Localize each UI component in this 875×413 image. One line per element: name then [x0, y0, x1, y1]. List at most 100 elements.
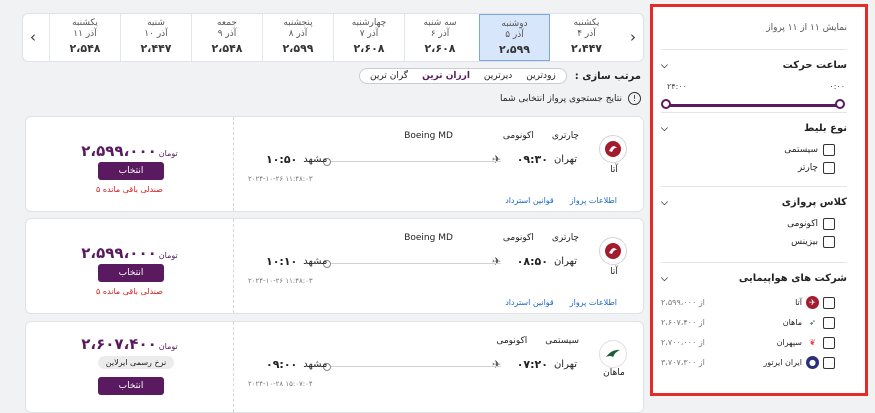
airline-filter-row[interactable]: ۲،۵۹۹،۰۰۰ از ✈ آتا: [661, 296, 847, 309]
next-date-arrow[interactable]: ›: [626, 28, 640, 46]
date: ۸ آذر: [288, 29, 308, 39]
date-price: ۲،۴۴۷: [140, 42, 172, 55]
date-strip: ‹ › یکشنبه ۱۱ آذر ۲،۵۴۸ شنبه ۱۰ آذر ۲،۴۴۷ جم…: [22, 13, 644, 62]
checkbox[interactable]: [823, 236, 835, 248]
date-price: ۲،۶۰۸: [353, 42, 385, 55]
flight-type: سیستمی: [545, 336, 579, 346]
weekday: دوشنبه: [501, 19, 528, 29]
checkbox[interactable]: [823, 356, 835, 369]
date-cell[interactable]: جمعه ۹ آذر ۲،۵۴۸: [191, 14, 262, 61]
date-cell[interactable]: شنبه ۱۰ آذر ۲،۴۴۷: [120, 14, 191, 61]
time-range-slider[interactable]: [661, 99, 845, 109]
weekday: سه شنبه: [423, 18, 457, 28]
results-info-text: نتایج جستجوی پرواز انتخابی شما: [500, 93, 622, 104]
filter-title: کلاس پروازی: [781, 197, 847, 208]
checkbox[interactable]: [823, 162, 835, 174]
sepehran-logo-icon: ❦: [806, 336, 819, 349]
origin: تهران ۰۹:۳۰: [517, 153, 577, 166]
date-cell[interactable]: پنجشنبه ۸ آذر ۲،۵۹۹: [262, 14, 333, 61]
date: ۴ آذر: [577, 29, 596, 39]
filter-title: ساعت حرکت: [782, 60, 847, 71]
destination: مشهد ۱۰:۱۰: [266, 255, 327, 268]
aircraft: Boeing MD: [404, 233, 453, 243]
flight-type: چارتری: [551, 233, 579, 243]
airline-label: سپهران: [776, 338, 802, 347]
checkbox-economy[interactable]: اکونومی: [661, 218, 847, 230]
flight-links: اطلاعات پرواز قوانین استرداد: [505, 196, 617, 205]
dest-city: مشهد: [303, 256, 328, 267]
airline-min-price: ۲،۷۰۰،۰۰۰ از: [661, 338, 705, 347]
airline-filter-row[interactable]: ۲،۶۰۷،۴۰۰ از ➶ ماهان: [661, 316, 847, 329]
checkbox-label: سیستمی: [784, 145, 818, 155]
price-amount: ۲،۵۹۹،۰۰۰: [81, 142, 157, 160]
origin-city: تهران: [553, 256, 577, 267]
airline-name: ماهان: [603, 368, 625, 378]
plane-icon: ✈: [492, 255, 502, 268]
airline-min-price: ۳،۷۰۷،۳۰۰ از: [661, 358, 705, 367]
airline-filter-row[interactable]: ۲،۷۰۰،۰۰۰ از ❦ سپهران: [661, 336, 847, 349]
select-button[interactable]: انتخاب: [98, 377, 164, 395]
aseman-logo-icon: [599, 135, 627, 163]
departure-time: ۰۸:۵۰: [516, 255, 548, 268]
sort-earliest[interactable]: زودترین: [526, 71, 556, 81]
sort-latest[interactable]: دیرترین: [484, 71, 512, 81]
slider-handle-max[interactable]: [661, 99, 671, 109]
checkbox-label: اکونومی: [787, 219, 818, 229]
date-price: ۲،۵۴۸: [69, 42, 101, 55]
date-cell[interactable]: سه شنبه ۶ آذر ۲،۶۰۸: [404, 14, 475, 61]
checkbox[interactable]: [823, 296, 835, 309]
checkbox-business[interactable]: بیزینس: [661, 236, 847, 248]
date-cell[interactable]: یکشنبه ۱۱ آذر ۲،۵۴۸: [49, 14, 120, 61]
aircraft: Boeing MD: [404, 131, 453, 141]
refund-rules-link[interactable]: قوانین استرداد: [505, 196, 554, 205]
seats-left: ۵ صندلی باقی مانده: [96, 185, 163, 194]
chevron-down-icon[interactable]: ⌵: [661, 198, 668, 208]
date-price: ۲،۵۹۹: [498, 43, 531, 56]
weekday: یکشنبه: [72, 18, 98, 28]
checkbox[interactable]: [823, 218, 835, 230]
official-rate-badge: نرخ رسمی ایرلاین: [98, 356, 174, 369]
flight-info-link[interactable]: اطلاعات پرواز: [570, 196, 617, 205]
date: ۵ آذر: [505, 30, 524, 40]
flight-tags: چارتری اکونومی Boeing MD: [404, 131, 579, 141]
slider-max-label: ۲۴:۰۰: [667, 82, 687, 91]
arrival-time: ۰۹:۰۰: [266, 358, 298, 371]
flight-info-link[interactable]: اطلاعات پرواز: [570, 298, 617, 307]
airline-min-price: ۲،۶۰۷،۴۰۰ از: [661, 318, 705, 327]
weekday: چهارشنبه: [351, 18, 387, 28]
timestamp: ۲۰۲۴-۱۰-۲۶ ۱۱:۴۸:۰۳: [248, 277, 313, 285]
card-divider: [233, 219, 234, 313]
airline-label: ایران ایرتور: [763, 358, 802, 367]
filter-title: شرکت های هواپیمایی: [738, 273, 847, 284]
route-line: [326, 263, 501, 264]
checkbox-charter[interactable]: چارتر: [661, 162, 847, 174]
checkbox-systemic[interactable]: سیستمی: [661, 144, 847, 156]
select-button[interactable]: انتخاب: [98, 264, 164, 282]
filter-ticket-type: ⌵ نوع بلیط سیستمی چارتر: [661, 112, 847, 174]
airline-label: آتا: [795, 298, 802, 307]
date-cell[interactable]: یکشنبه ۴ آذر ۲،۴۴۷: [551, 14, 622, 61]
date: ۱۱ آذر: [73, 29, 97, 39]
destination: مشهد ۰۹:۰۰: [266, 358, 327, 371]
checkbox[interactable]: [823, 316, 835, 329]
seats-left: ۵ صندلی باقی مانده: [96, 287, 163, 296]
airline-filter-row[interactable]: ۳،۷۰۷،۳۰۰ از ● ایران ایرتور: [661, 356, 847, 369]
refund-rules-link[interactable]: قوانین استرداد: [505, 298, 554, 307]
checkbox[interactable]: [823, 144, 835, 156]
sort-expensive[interactable]: گران ترین: [370, 71, 408, 81]
date-cell[interactable]: چهارشنبه ۷ آذر ۲،۶۰۸: [333, 14, 404, 61]
slider-handle-min[interactable]: [835, 99, 845, 109]
plane-icon: ✈: [492, 153, 502, 166]
chevron-down-icon[interactable]: ⌵: [661, 124, 668, 134]
chevron-down-icon[interactable]: ⌵: [661, 61, 668, 71]
sort-cheapest[interactable]: ارزان ترین: [422, 71, 470, 81]
prev-date-arrow[interactable]: ‹: [26, 28, 40, 46]
date: ۱۰ آذر: [144, 29, 168, 39]
chevron-down-icon[interactable]: ⌵: [661, 274, 668, 284]
checkbox[interactable]: [823, 336, 835, 349]
arrival-time: ۱۰:۵۰: [266, 153, 298, 166]
select-button[interactable]: انتخاب: [98, 162, 164, 180]
origin: تهران ۰۷:۲۰: [517, 358, 577, 371]
dest-city: مشهد: [303, 154, 328, 165]
date-cell-selected[interactable]: دوشنبه ۵ آذر ۲،۵۹۹: [479, 14, 550, 61]
